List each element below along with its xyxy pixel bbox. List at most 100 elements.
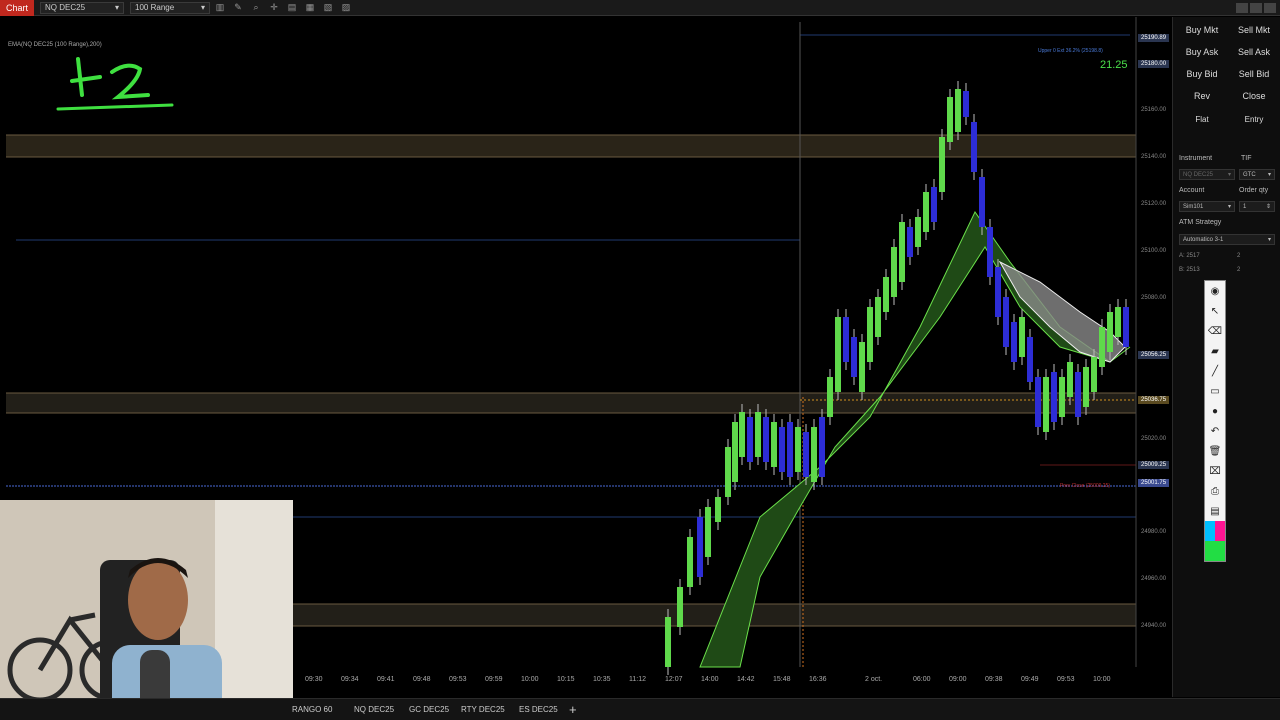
maximize-icon[interactable]: [1250, 2, 1262, 13]
candle: [963, 91, 969, 117]
candle: [899, 222, 905, 282]
candle: [771, 422, 777, 467]
candle: [907, 227, 913, 257]
tab-es-dec25[interactable]: ES DEC25: [519, 705, 558, 714]
chart-tab[interactable]: Chart: [0, 0, 35, 16]
eye-icon[interactable]: ◉: [1205, 281, 1225, 301]
sell-ask-button[interactable]: Sell Ask: [1229, 42, 1279, 62]
ask-qty: 2: [1237, 253, 1241, 259]
candle: [1099, 327, 1105, 367]
ruler-icon[interactable]: ▭: [1205, 381, 1225, 401]
templates-icon[interactable]: ▧: [320, 2, 336, 14]
entry-button[interactable]: Entry: [1229, 109, 1279, 129]
undo-icon[interactable]: ↶: [1205, 421, 1225, 441]
properties-icon[interactable]: ▨: [338, 2, 354, 14]
candle: [883, 277, 889, 312]
minimize-icon[interactable]: [1236, 2, 1248, 13]
price-label: 25140.00: [1141, 154, 1167, 160]
green-color-icon[interactable]: [1205, 541, 1225, 561]
chevron-down-icon: ▾: [115, 3, 120, 12]
price-label: 25120.00: [1141, 201, 1167, 207]
candle: [1027, 337, 1033, 382]
zoom-icon[interactable]: ⌕: [248, 2, 264, 14]
sell-market-button[interactable]: Sell Mkt: [1229, 20, 1279, 40]
time-label: 09:49: [1021, 676, 1039, 683]
strategies-icon[interactable]: ▦: [302, 2, 318, 14]
candle: [1003, 297, 1009, 347]
tab-nq-dec25[interactable]: NQ DEC25: [354, 705, 394, 714]
atm-strategy-value: Automatico 3-1: [1183, 236, 1224, 243]
chart-tabs-bar: RANGO 60 NQ DEC25 GC DEC25 RTY DEC25 ES …: [0, 698, 1280, 720]
candle: [1067, 362, 1073, 397]
candle: [843, 317, 849, 362]
time-label: 11:12: [629, 676, 646, 683]
order-qty-stepper[interactable]: 1 ⇕: [1239, 201, 1275, 212]
clipboard-icon[interactable]: ▤: [1205, 501, 1225, 521]
tab-rty-dec25[interactable]: RTY DEC25: [461, 705, 505, 714]
candle: [971, 122, 977, 172]
clear-icon[interactable]: ⌧: [1205, 461, 1225, 481]
candle: [875, 297, 881, 337]
eraser-icon[interactable]: ⌫: [1205, 321, 1225, 341]
crosshair-icon[interactable]: ✛: [266, 2, 282, 14]
account-select[interactable]: Sim101 ▾: [1179, 201, 1235, 212]
camera-icon[interactable]: ⎙: [1205, 481, 1225, 501]
atm-strategy-select[interactable]: Automatico 3-1 ▾: [1179, 234, 1275, 245]
candle: [827, 377, 833, 417]
candle: [779, 427, 785, 472]
account-label: Account: [1179, 187, 1205, 194]
add-tab-icon[interactable]: +: [569, 702, 577, 717]
candle: [891, 247, 897, 297]
indicators-icon[interactable]: ▤: [284, 2, 300, 14]
price-label: 25020.00: [1141, 436, 1167, 442]
tab-rango-60[interactable]: RANGO 60: [292, 705, 332, 714]
time-label: 2 oct.: [865, 676, 883, 683]
price-tag: 25001.75: [1138, 479, 1170, 487]
tif-label: TIF: [1241, 155, 1252, 162]
price-label: 24960.00: [1141, 576, 1167, 582]
candle: [811, 427, 817, 482]
candle: [803, 432, 809, 477]
handwritten-underline: [56, 103, 174, 111]
upper-ext-label: Upper 0 Ext 36.2% (25198.8): [1038, 48, 1103, 54]
price-label: 25100.00: [1141, 248, 1167, 254]
candle: [725, 447, 731, 497]
bid-label: B: 2513: [1179, 267, 1200, 273]
candle: [939, 137, 945, 192]
tif-select[interactable]: GTC ▾: [1239, 169, 1275, 180]
reverse-button[interactable]: Rev: [1177, 86, 1227, 106]
bar-type-icon[interactable]: ▥: [212, 2, 228, 14]
close-icon[interactable]: [1264, 2, 1276, 13]
pen-icon[interactable]: ╱: [1205, 361, 1225, 381]
draw-tool-icon[interactable]: ✎: [230, 2, 246, 14]
buy-market-button[interactable]: Buy Mkt: [1177, 20, 1227, 40]
candle: [1083, 367, 1089, 407]
time-label: 10:35: [593, 676, 611, 683]
interval-selector[interactable]: 100 Range ▾: [130, 1, 211, 14]
candle: [923, 192, 929, 232]
instrument-selector[interactable]: NQ DEC25 ▾: [40, 1, 125, 14]
interval-selector-label: 100 Range: [135, 3, 175, 12]
trash-icon[interactable]: 🗑: [1205, 441, 1225, 461]
instrument-select[interactable]: NQ DEC25 ▾: [1179, 169, 1235, 180]
window-controls: [1236, 2, 1280, 13]
resistance-zone: [6, 135, 1136, 157]
price-label: 24940.00: [1141, 623, 1167, 629]
color-swatch-icon[interactable]: [1205, 521, 1225, 541]
candle: [955, 89, 961, 132]
dot-icon[interactable]: ●: [1205, 401, 1225, 421]
candle: [687, 537, 693, 587]
tab-gc-dec25[interactable]: GC DEC25: [409, 705, 449, 714]
candle: [1091, 357, 1097, 392]
candle: [755, 412, 761, 457]
lower-zone: [293, 604, 1136, 626]
close-position-button[interactable]: Close: [1229, 86, 1279, 106]
pointer-icon[interactable]: ↖: [1205, 301, 1225, 321]
buy-ask-button[interactable]: Buy Ask: [1177, 42, 1227, 62]
highlighter-icon[interactable]: ▰: [1205, 341, 1225, 361]
candle: [787, 422, 793, 477]
buy-bid-button[interactable]: Buy Bid: [1177, 64, 1227, 84]
sell-bid-button[interactable]: Sell Bid: [1229, 64, 1279, 84]
candle: [931, 187, 937, 222]
flat-button[interactable]: Flat: [1177, 109, 1227, 129]
